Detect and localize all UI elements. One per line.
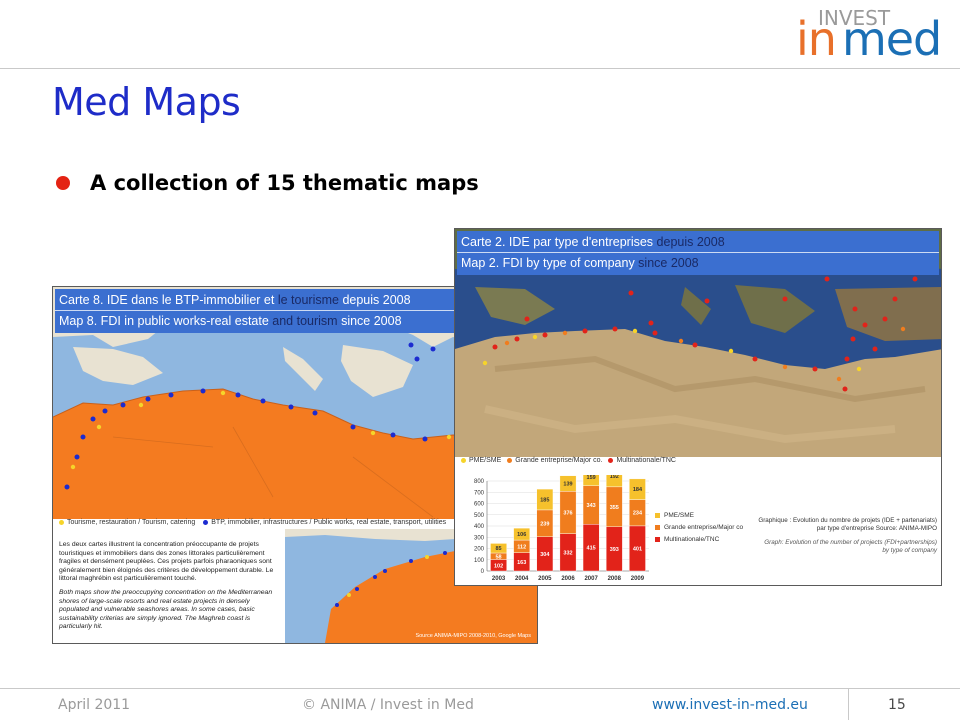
legend-sme-dot-icon [461,458,466,463]
x-tick-label: 2008 [608,576,622,582]
legend-sme: PME/SME [469,457,502,464]
map-8-title-en: Map 8. FDI in public works-real estate a… [59,314,402,328]
y-tick-label: 300 [474,535,485,541]
chart-caption-fr: Graphique : Evolution du nombre de proje… [758,517,937,532]
legend-btp: BTP, immobilier, infrastructures / Publi… [211,519,447,526]
x-tick-label: 2003 [492,576,506,582]
bar-data-label: 58 [496,554,502,560]
bar-data-label: 239 [540,521,549,527]
y-tick-label: 200 [474,547,485,553]
y-tick-label: 500 [474,513,485,519]
legend-tourism: Tourisme, restauration / Tourism, cateri… [67,519,196,526]
footer-date: April 2011 [58,697,131,713]
bar-data-label: 234 [633,511,643,517]
header-divider [0,68,960,69]
chart-legend-item: Grande entreprise/Major co [655,521,743,533]
footer-separator [848,688,849,720]
map-8-description: Les deux cartes illustrent la concentrat… [59,541,281,632]
bar-data-label: 139 [563,482,572,488]
description-en: Both maps show the preoccupying concentr… [59,588,273,631]
y-tick-label: 600 [474,502,485,508]
y-tick-label: 0 [481,569,485,575]
y-tick-label: 400 [474,524,485,530]
bar-data-label: 393 [610,547,619,553]
x-tick-label: 2005 [538,576,552,582]
fdi-by-company-type-chart: 0 100 200 300 400 500 600 700 800 102 58 85 2003 163 1… [474,475,649,582]
map-2-legend: PME/SME Grande entreprise/Major co. Mult… [455,457,676,464]
bar-data-label: 102 [494,563,503,569]
bar-data-label: 401 [633,546,642,552]
bullet-dot-icon [56,176,70,190]
legend-yellow-dot-icon [59,520,64,525]
bullet-item: A collection of 15 thematic maps [56,170,479,196]
legend-major: Grande entreprise/Major co. [515,457,603,464]
bar-data-label: 355 [610,505,619,511]
logo-in: in [796,12,837,66]
x-tick-label: 2009 [631,576,645,582]
bar-data-label: 163 [517,560,526,566]
chart-legend-item: PME/SME [655,509,743,521]
y-tick-label: 100 [474,558,485,564]
map-2-title-en: Map 2. FDI by type of company since 2008 [461,256,699,270]
bullet-text: A collection of 15 thematic maps [90,171,479,195]
bar-data-label: 192 [610,475,619,480]
chart-legend: PME/SME Grande entreprise/Major co Multi… [655,509,743,545]
bar-data-label: 304 [540,552,550,558]
chart-caption-en: Graph: Evolution of the number of projec… [764,539,937,554]
map-8-legend: Tourisme, restauration / Tourism, cateri… [53,519,446,526]
bar-data-label: 376 [563,511,572,517]
footer-website-link[interactable]: www.invest-in-med.eu [652,697,808,713]
y-tick-label: 700 [474,490,485,496]
legend-tnc: Multinationale/TNC [616,457,676,464]
invest-in-med-logo: INVEST in med [792,4,960,64]
bar-data-label: 184 [633,487,643,493]
bar-data-label: 106 [517,532,526,538]
map-2-title-fr: Carte 2. IDE par type d'entreprises depu… [461,235,725,249]
bar-data-label: 159 [587,475,596,481]
legend-tnc-dot-icon [608,458,614,463]
map-8-title-fr: Carte 8. IDE dans le BTP-immobilier et l… [59,293,411,307]
bar-data-label: 185 [540,498,549,504]
logo-med: med [841,12,942,66]
bar-data-label: 85 [496,546,502,552]
legend-major-dot-icon [507,458,513,463]
map-2-panel: Carte 2. IDE par type d'entreprises depu… [454,228,942,586]
page-title: Med Maps [52,80,241,124]
bar-data-label: 343 [587,503,596,509]
map-8-credit: Source ANIMA-MIPO 2008-2010, Google Maps [415,633,531,639]
description-fr: Les deux cartes illustrent la concentrat… [59,541,274,583]
chart-caption: Graphique : Evolution du nombre de proje… [757,517,937,555]
bar-data-label: 332 [563,550,572,556]
y-tick-label: 800 [474,479,485,485]
x-tick-label: 2004 [515,576,529,582]
chart-legend-item: Multinationale/TNC [655,533,743,545]
bar-data-label: 112 [517,544,526,550]
legend-blue-dot-icon [203,520,209,525]
logo-in-med-word: in med [796,12,942,66]
x-tick-label: 2007 [584,576,598,582]
footer-divider [0,688,960,689]
map-2-title-band: Carte 2. IDE par type d'entreprises depu… [457,231,939,275]
bar-data-label: 415 [587,546,596,552]
footer-copyright: © ANIMA / Invest in Med [302,697,474,713]
page-number: 15 [888,697,906,713]
x-tick-label: 2006 [561,576,575,582]
